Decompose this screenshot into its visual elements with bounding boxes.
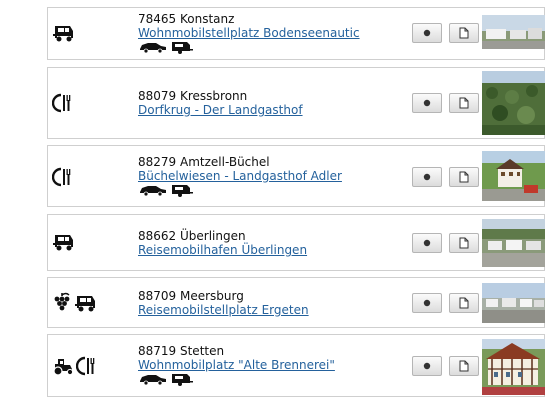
car-icon xyxy=(138,373,168,389)
listing-name-link[interactable]: Wohnmobilplatz "Alte Brennerei" xyxy=(138,358,335,372)
info-button[interactable] xyxy=(412,23,442,43)
restaurant-icon xyxy=(52,166,74,188)
info-button[interactable] xyxy=(412,356,442,376)
listing-location: 88662 Überlingen xyxy=(138,229,246,243)
info-button[interactable] xyxy=(412,233,442,253)
listing-thumbnail[interactable] xyxy=(482,283,545,323)
info-button[interactable] xyxy=(412,93,442,113)
caravan-icon xyxy=(171,373,193,389)
listing-thumbnail[interactable] xyxy=(482,15,545,49)
info-button[interactable] xyxy=(412,167,442,187)
listing-card: 78465 Konstanz Wohnmobilstellplatz Boden… xyxy=(47,7,545,60)
caravan-icon xyxy=(171,184,193,200)
camper-icon xyxy=(74,293,98,313)
listing-name-link[interactable]: Dorfkrug - Der Landgasthof xyxy=(138,103,303,117)
listing-name-link[interactable]: Reisemobilhafen Überlingen xyxy=(138,243,307,257)
listing-card: 88079 Kressbronn Dorfkrug - Der Landgast… xyxy=(47,67,545,139)
category-icons xyxy=(52,23,76,43)
vehicle-icons xyxy=(138,41,360,57)
listing-thumbnail[interactable] xyxy=(482,339,545,395)
document-button[interactable] xyxy=(449,93,479,113)
document-button[interactable] xyxy=(449,356,479,376)
listing-thumbnail[interactable] xyxy=(482,71,545,135)
circle-icon xyxy=(423,299,431,307)
listing-location: 78465 Konstanz xyxy=(138,12,235,26)
listing-card: 88719 Stetten Wohnmobilplatz "Alte Brenn… xyxy=(47,334,545,397)
document-icon xyxy=(459,237,469,249)
category-icons xyxy=(52,355,98,377)
circle-icon xyxy=(423,29,431,37)
vehicle-icons xyxy=(138,184,342,200)
circle-icon xyxy=(423,362,431,370)
listing-card: 88279 Amtzell-Büchel Büchelwiesen - Land… xyxy=(47,145,545,207)
listing-location: 88279 Amtzell-Büchel xyxy=(138,155,270,169)
document-button[interactable] xyxy=(449,233,479,253)
listing-location: 88709 Meersburg xyxy=(138,289,244,303)
grapes-icon xyxy=(52,292,72,314)
listing-name-link[interactable]: Wohnmobilstellplatz Bodenseenautic xyxy=(138,26,360,40)
document-button[interactable] xyxy=(449,293,479,313)
listing-card: 88709 Meersburg Reisemobilstellplatz Erg… xyxy=(47,277,545,328)
document-icon xyxy=(459,27,469,39)
document-icon xyxy=(459,171,469,183)
listing-card: 88662 Überlingen Reisemobilhafen Überlin… xyxy=(47,214,545,271)
document-icon xyxy=(459,297,469,309)
circle-icon xyxy=(423,239,431,247)
car-icon xyxy=(138,184,168,200)
category-icons xyxy=(52,232,76,252)
document-icon xyxy=(459,360,469,372)
car-icon xyxy=(138,41,168,57)
listing-thumbnail[interactable] xyxy=(482,151,545,201)
category-icons xyxy=(52,292,98,314)
category-icons xyxy=(52,166,74,188)
vehicle-icons xyxy=(138,373,335,389)
tractor-icon xyxy=(52,356,74,376)
camper-icon xyxy=(52,23,76,43)
category-icons xyxy=(52,92,74,114)
listing-location: 88719 Stetten xyxy=(138,344,225,358)
restaurant-icon xyxy=(52,92,74,114)
document-icon xyxy=(459,97,469,109)
document-button[interactable] xyxy=(449,23,479,43)
listing-name-link[interactable]: Büchelwiesen - Landgasthof Adler xyxy=(138,169,342,183)
restaurant-icon xyxy=(76,355,98,377)
camper-icon xyxy=(52,232,76,252)
info-button[interactable] xyxy=(412,293,442,313)
listing-thumbnail[interactable] xyxy=(482,219,545,267)
circle-icon xyxy=(423,99,431,107)
listing-location: 88079 Kressbronn xyxy=(138,89,248,103)
document-button[interactable] xyxy=(449,167,479,187)
caravan-icon xyxy=(171,41,193,57)
listing-name-link[interactable]: Reisemobilstellplatz Ergeten xyxy=(138,303,309,317)
circle-icon xyxy=(423,173,431,181)
